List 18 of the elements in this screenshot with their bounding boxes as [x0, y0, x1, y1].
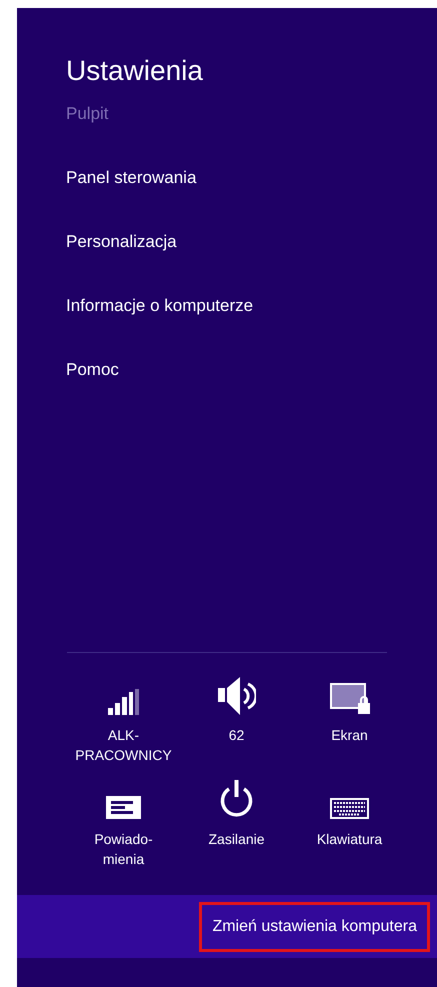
speaker-icon [218, 677, 256, 715]
change-pc-settings-link[interactable]: Zmień ustawienia komputera [199, 902, 430, 952]
signal-bars-icon [108, 689, 139, 715]
quick-setting-button[interactable]: Powiado- mienia [67, 779, 180, 869]
quick-setting-button[interactable]: 62 [180, 675, 293, 765]
menu-item[interactable]: Pomoc [66, 358, 119, 382]
keyboard-icon [330, 798, 369, 819]
message-icon [106, 796, 141, 819]
quick-setting-button[interactable]: ALK- PRACOWNICY [67, 675, 180, 765]
menu-item[interactable]: Personalizacja [66, 230, 177, 254]
power-icon [219, 780, 254, 819]
quick-setting-button[interactable]: Ekran [293, 675, 406, 765]
quick-setting-button[interactable]: Zasilanie [180, 779, 293, 869]
panel-title: Ustawienia [66, 54, 203, 88]
monitor-lock-icon [330, 683, 370, 715]
quick-setting-button[interactable]: Klawiatura [293, 779, 406, 869]
menu-item[interactable]: Informacje o komputerze [66, 294, 254, 318]
menu-item[interactable]: Panel sterowania [66, 166, 196, 190]
